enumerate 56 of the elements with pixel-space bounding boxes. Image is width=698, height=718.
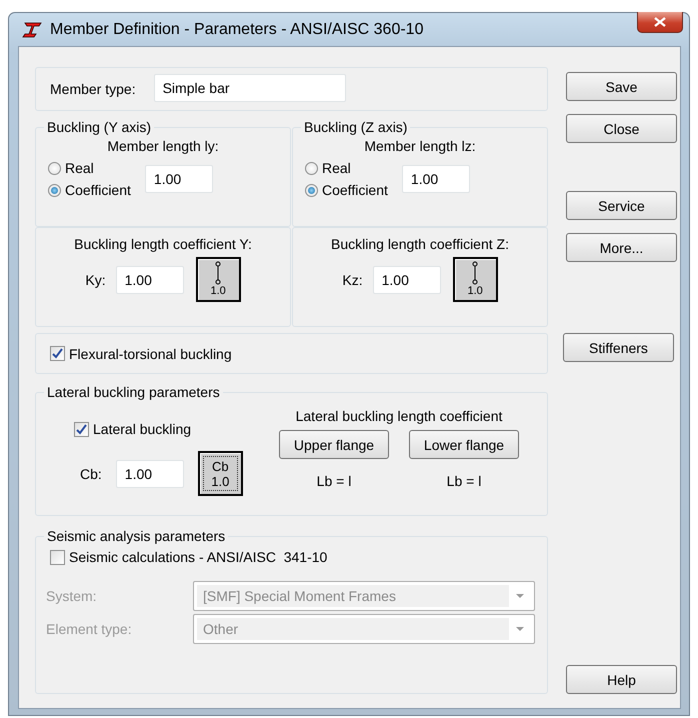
result-label: Lb = l — [446, 473, 482, 489]
group-title: Lateral buckling parameters — [44, 384, 223, 400]
dialog-button[interactable]: Stiffeners — [563, 333, 674, 362]
group-title: Buckling (Y axis) — [44, 119, 154, 135]
beam-icon — [22, 22, 42, 38]
input-field[interactable]: 1.00 — [402, 165, 470, 193]
dialog-button[interactable]: Help — [566, 665, 677, 694]
dialog-button[interactable]: Close — [566, 114, 677, 143]
group-title: Seismic analysis parameters — [44, 528, 228, 544]
radio-button[interactable] — [305, 162, 318, 174]
field-label: Buckling length coefficient Y: — [74, 236, 252, 252]
window-title: Member Definition - Parameters - ANSI/AISC 360-10 — [50, 20, 424, 38]
diagram-button[interactable]: 1.0 — [196, 257, 241, 302]
flange-button[interactable]: Lower flange — [409, 430, 519, 459]
radio-button[interactable] — [48, 184, 61, 196]
radio-label[interactable]: Coefficient — [322, 182, 388, 198]
field-label: Member length lz: — [364, 138, 476, 154]
check-icon — [52, 348, 63, 359]
close-icon — [654, 17, 666, 27]
radio-button[interactable] — [305, 184, 318, 196]
cb-button[interactable]: Cb 1.0 — [198, 451, 243, 496]
column-icon — [472, 261, 478, 285]
field-label: System: — [46, 588, 98, 604]
checkbox-label[interactable]: Lateral buckling — [93, 421, 192, 437]
radio-label[interactable]: Coefficient — [65, 182, 131, 198]
checkbox[interactable] — [50, 346, 65, 361]
flange-button[interactable]: Upper flange — [279, 430, 389, 459]
field-label: Member type: — [50, 81, 136, 97]
dialog-button[interactable]: Service — [566, 191, 677, 220]
section-label: Lateral buckling length coefficient — [296, 408, 502, 424]
field-label: Member length ly: — [107, 138, 219, 154]
field-label: Ky: — [85, 272, 106, 288]
radio-label[interactable]: Real — [65, 160, 94, 176]
field-label: Kz: — [342, 272, 363, 288]
column-icon — [215, 261, 222, 285]
checkbox[interactable] — [74, 422, 89, 436]
check-icon — [76, 424, 87, 434]
checkbox-label[interactable]: Flexural-torsional buckling — [69, 346, 232, 362]
input-field[interactable]: 1.00 — [372, 266, 441, 294]
input-field[interactable]: 1.00 — [144, 165, 213, 193]
field-label: Buckling length coefficient Z: — [331, 236, 509, 252]
group-title: Buckling (Z axis) — [301, 119, 410, 135]
result-label: Lb = l — [316, 473, 352, 489]
checkbox[interactable] — [50, 550, 65, 564]
input-field[interactable]: 1.00 — [116, 266, 184, 294]
field-label: Element type: — [46, 621, 133, 637]
input-field[interactable]: Simple bar — [154, 74, 346, 102]
dialog-button[interactable]: Save — [566, 72, 677, 101]
dialog-button[interactable]: More... — [566, 233, 677, 262]
diagram-button[interactable]: 1.0 — [452, 257, 498, 302]
close-button[interactable] — [637, 12, 683, 33]
input-field[interactable]: 1.00 — [116, 460, 184, 488]
radio-label[interactable]: Real — [322, 160, 351, 176]
field-label: Cb: — [80, 466, 102, 482]
checkbox-label[interactable]: Seismic calculations - ANSI/AISC 341-10 — [69, 549, 328, 565]
radio-button[interactable] — [48, 162, 61, 174]
